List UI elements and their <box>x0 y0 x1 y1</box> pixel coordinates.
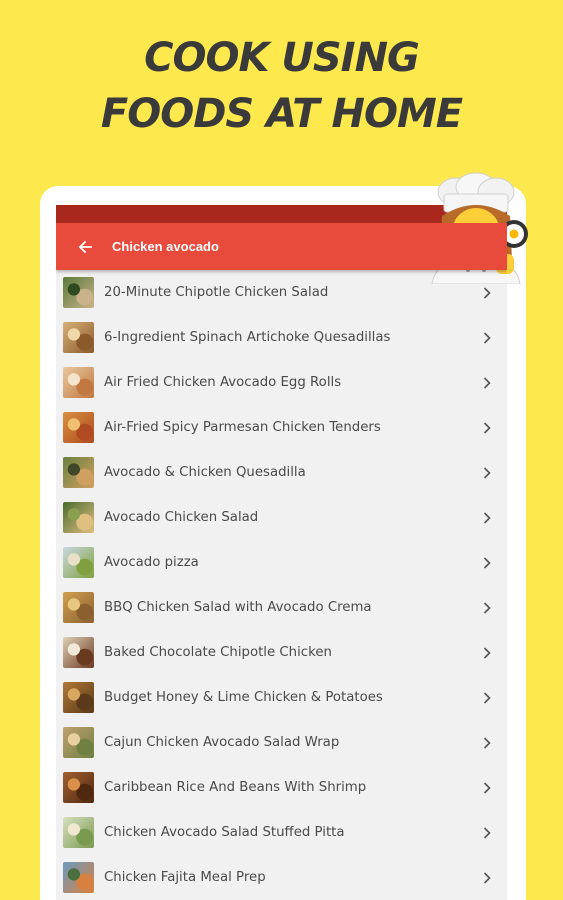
list-item[interactable]: Chicken Fajita Meal Prep <box>56 855 507 900</box>
chevron-right-icon <box>480 466 494 480</box>
list-item[interactable]: Avocado pizza <box>56 540 507 585</box>
list-item[interactable]: Chicken Avocado Salad Stuffed Pitta <box>56 810 507 855</box>
recipe-label: Air Fried Chicken Avocado Egg Rolls <box>104 375 342 390</box>
recipe-label: Baked Chocolate Chipotle Chicken <box>104 645 332 660</box>
list-item[interactable]: 6-Ingredient Spinach Artichoke Quesadill… <box>56 315 507 360</box>
recipe-label: Cajun Chicken Avocado Salad Wrap <box>104 735 340 750</box>
recipe-thumbnail <box>63 457 94 488</box>
recipe-thumbnail <box>63 817 94 848</box>
chevron-right-icon <box>480 511 494 525</box>
chevron-right-icon <box>480 781 494 795</box>
recipe-label: 20-Minute Chipotle Chicken Salad <box>104 285 329 300</box>
chevron-right-icon <box>480 286 494 300</box>
app-bar-title: Chicken avocado <box>112 239 219 254</box>
chevron-right-icon <box>480 691 494 705</box>
recipe-label: Caribbean Rice And Beans With Shrimp <box>104 780 367 795</box>
chevron-right-icon <box>480 331 494 345</box>
chevron-right-icon <box>480 826 494 840</box>
recipe-thumbnail <box>63 547 94 578</box>
recipe-thumbnail <box>63 637 94 668</box>
recipe-label: Avocado pizza <box>104 555 199 570</box>
recipe-thumbnail <box>63 322 94 353</box>
recipe-thumbnail <box>63 682 94 713</box>
recipe-thumbnail <box>63 727 94 758</box>
list-item[interactable]: Air-Fried Spicy Parmesan Chicken Tenders <box>56 405 507 450</box>
chevron-right-icon <box>480 736 494 750</box>
list-item[interactable]: Avocado Chicken Salad <box>56 495 507 540</box>
list-item[interactable]: Cajun Chicken Avocado Salad Wrap <box>56 720 507 765</box>
recipe-thumbnail <box>63 502 94 533</box>
recipe-label: 6-Ingredient Spinach Artichoke Quesadill… <box>104 330 391 345</box>
recipe-label: Avocado & Chicken Quesadilla <box>104 465 306 480</box>
list-item[interactable]: BBQ Chicken Salad with Avocado Crema <box>56 585 507 630</box>
recipe-label: Avocado Chicken Salad <box>104 510 259 525</box>
recipe-thumbnail <box>63 592 94 623</box>
recipe-list: 20-Minute Chipotle Chicken Salad 6-Ingred… <box>56 270 507 900</box>
chevron-right-icon <box>480 421 494 435</box>
chevron-right-icon <box>480 871 494 885</box>
list-item[interactable]: Budget Honey & Lime Chicken & Potatoes <box>56 675 507 720</box>
recipe-label: Budget Honey & Lime Chicken & Potatoes <box>104 690 383 705</box>
chevron-right-icon <box>480 601 494 615</box>
list-item[interactable]: Avocado & Chicken Quesadilla <box>56 450 507 495</box>
recipe-thumbnail <box>63 412 94 443</box>
recipe-thumbnail <box>63 772 94 803</box>
list-item[interactable]: Caribbean Rice And Beans With Shrimp <box>56 765 507 810</box>
chevron-right-icon <box>480 556 494 570</box>
recipe-thumbnail <box>63 277 94 308</box>
arrow-left-icon[interactable] <box>74 236 96 258</box>
recipe-label: Air-Fried Spicy Parmesan Chicken Tenders <box>104 420 381 435</box>
recipe-label: Chicken Fajita Meal Prep <box>104 870 266 885</box>
chevron-right-icon <box>480 376 494 390</box>
headline: COOK USING FOODS AT HOME <box>0 30 563 142</box>
list-item[interactable]: Baked Chocolate Chipotle Chicken <box>56 630 507 675</box>
headline-line-2: FOODS AT HOME <box>100 91 463 137</box>
recipe-label: BBQ Chicken Salad with Avocado Crema <box>104 600 372 615</box>
recipe-thumbnail <box>63 367 94 398</box>
headline-line-1: COOK USING <box>144 35 420 81</box>
app-bar: Chicken avocado <box>56 223 507 270</box>
list-item[interactable]: Air Fried Chicken Avocado Egg Rolls <box>56 360 507 405</box>
phone-screen: Chicken avocado 20-Minute Chipotle Chick… <box>56 205 507 900</box>
recipe-label: Chicken Avocado Salad Stuffed Pitta <box>104 825 345 840</box>
chevron-right-icon <box>480 646 494 660</box>
recipe-thumbnail <box>63 862 94 893</box>
